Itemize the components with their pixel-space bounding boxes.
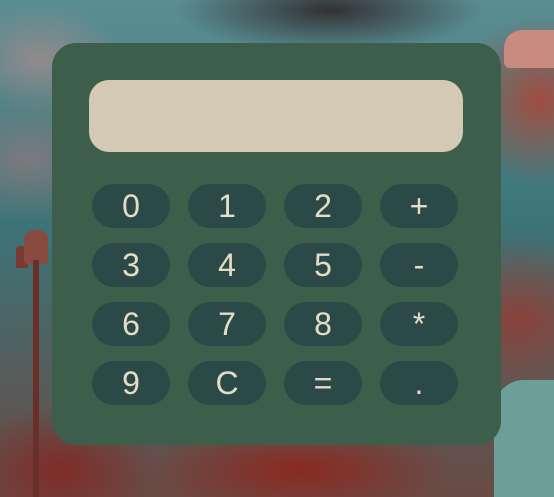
key-decimal-button[interactable]: . <box>380 361 458 405</box>
key-minus-button[interactable]: - <box>380 243 458 287</box>
keypad: 0 1 2 +3 4 5- 6 7 8 * 9 C =. <box>92 184 460 405</box>
key-7-button[interactable]: 7 <box>188 302 266 346</box>
key-3-button[interactable]: 3 <box>92 243 170 287</box>
key-clear-button[interactable]: C <box>188 361 266 405</box>
character-hat <box>504 30 554 68</box>
key-multiply-button[interactable]: * <box>380 302 458 346</box>
key-6-button[interactable]: 6 <box>92 302 170 346</box>
calculator-panel: 0 1 2 +3 4 5- 6 7 8 * 9 C =. <box>52 43 501 445</box>
street-lamp-illustration <box>22 230 50 497</box>
key-equals-button[interactable]: = <box>284 361 362 405</box>
key-0-button[interactable]: 0 <box>92 184 170 228</box>
key-5-button[interactable]: 5 <box>284 243 362 287</box>
character-coat <box>494 380 554 497</box>
calculator-display[interactable] <box>89 80 463 152</box>
key-8-button[interactable]: 8 <box>284 302 362 346</box>
lamp-head <box>24 230 48 264</box>
key-4-button[interactable]: 4 <box>188 243 266 287</box>
key-2-button[interactable]: 2 <box>284 184 362 228</box>
key-1-button[interactable]: 1 <box>188 184 266 228</box>
lamp-pole <box>33 260 39 497</box>
key-9-button[interactable]: 9 <box>92 361 170 405</box>
key-plus-button[interactable]: + <box>380 184 458 228</box>
character-illustration <box>494 20 554 497</box>
